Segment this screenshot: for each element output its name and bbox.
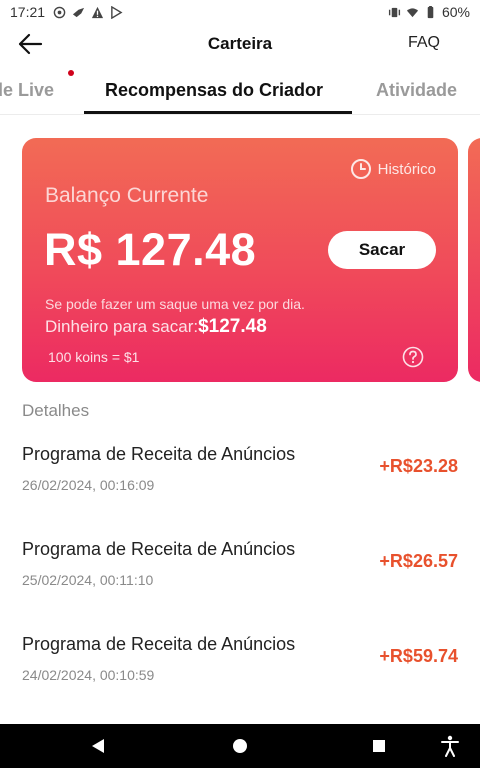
tab-live[interactable]: de Live	[0, 80, 54, 101]
tabs-divider	[0, 114, 480, 115]
battery-icon	[427, 5, 434, 18]
available-to-withdraw: Dinheiro para sacar:$127.48	[45, 316, 267, 338]
tab-bar: de Live Recompensas do Criador Atividade	[0, 70, 480, 114]
transaction-row[interactable]: Programa de Receita de Anúncios 25/02/20…	[0, 539, 480, 619]
status-bar: 17:21 60%	[0, 0, 480, 24]
whatsapp-icon	[53, 6, 66, 18]
vibrate-icon	[388, 7, 401, 17]
accessibility-icon[interactable]	[440, 735, 460, 757]
balance-amount: R$ 127.48	[44, 224, 257, 275]
transaction-name: Programa de Receita de Anúncios	[22, 539, 296, 559]
app-header: Carteira FAQ	[0, 24, 480, 64]
details-heading: Detalhes	[22, 401, 90, 420]
status-right: 60%	[388, 4, 470, 20]
available-value: $127.48	[198, 316, 267, 337]
transaction-name: Programa de Receita de Anúncios	[22, 634, 296, 654]
bird-icon	[72, 7, 85, 17]
next-card-peek[interactable]	[468, 138, 480, 382]
history-link[interactable]: Histórico	[350, 158, 436, 180]
warning-icon	[91, 6, 104, 18]
wifi-icon	[406, 7, 419, 17]
notification-dot	[68, 70, 74, 76]
question-icon[interactable]	[402, 346, 424, 368]
withdraw-button[interactable]: Sacar	[328, 231, 436, 269]
nav-back-icon[interactable]	[92, 739, 104, 753]
available-label: Dinheiro para sacar:	[45, 317, 199, 336]
nav-home-icon[interactable]	[233, 739, 247, 753]
transaction-amount: +R$59.74	[379, 646, 458, 666]
history-label: Histórico	[377, 160, 436, 178]
balance-label: Balanço Currente	[45, 184, 209, 207]
notification-icons	[53, 5, 123, 19]
tab-activity[interactable]: Atividade	[376, 80, 457, 101]
nav-recents-icon[interactable]	[373, 740, 385, 752]
transaction-name: Programa de Receita de Anúncios	[22, 444, 296, 464]
transaction-amount: +R$23.28	[379, 456, 458, 476]
play-store-icon	[111, 5, 123, 19]
transaction-date: 26/02/2024, 00:16:09	[22, 477, 155, 493]
clock-icon	[350, 159, 371, 179]
withdraw-note: Se pode fazer um saque uma vez por dia.	[45, 296, 305, 312]
balance-card: Histórico Balanço Currente R$ 127.48 Sac…	[22, 138, 458, 382]
tab-creator-rewards[interactable]: Recompensas do Criador	[105, 80, 323, 101]
conversion-rate: 100 koins = $1	[48, 349, 140, 365]
status-time: 17:21	[10, 4, 46, 20]
transaction-amount: +R$26.57	[379, 551, 458, 571]
system-nav-bar	[0, 724, 480, 768]
faq-button[interactable]: FAQ	[408, 34, 440, 52]
transaction-row[interactable]: Programa de Receita de Anúncios 26/02/20…	[0, 444, 480, 524]
transaction-date: 24/02/2024, 00:10:59	[22, 667, 155, 683]
transaction-row[interactable]: Programa de Receita de Anúncios 24/02/20…	[0, 634, 480, 714]
battery-level: 60%	[441, 4, 470, 20]
transaction-date: 25/02/2024, 00:11:10	[22, 572, 154, 588]
